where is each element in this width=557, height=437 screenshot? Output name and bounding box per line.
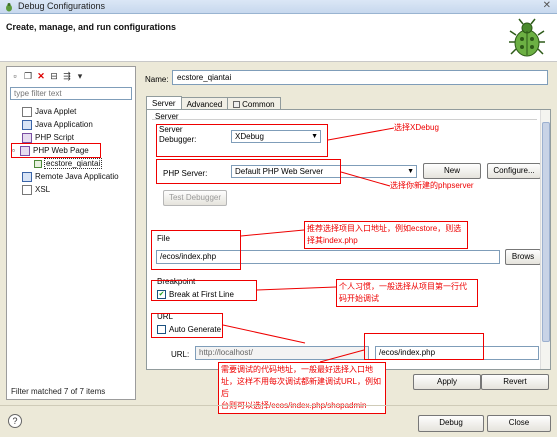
annotation-breakpoint: 个人习惯，一般选择从项目第一行代 码开始调试 [336,279,478,307]
server-debugger-label: Server Debugger: [159,125,197,144]
dialog-button-bar: ? Debug Close [0,405,557,437]
tree-item-php-web-page[interactable]: ▫ PHP Web Page [10,144,134,157]
checkbox-label: Break at First Line [169,290,234,299]
php-server-select[interactable]: Default PHP Web Server ▼ [231,165,417,178]
scrollbar-thumb[interactable] [542,122,550,342]
tree-item-java-applet[interactable]: Java Applet [10,105,134,118]
debug-button[interactable]: Debug [418,415,484,432]
close-button[interactable]: Close [487,415,551,432]
url-group-title: URL [157,312,174,321]
dialog-header: Create, manage, and run configurations [0,14,557,62]
java-applet-icon [22,106,32,117]
config-toolbar: ▫ ❐ ✕ ⊟ ⇶ ▾ [9,69,86,83]
tree-item-label: ecstore_qiantai [43,158,103,169]
vertical-scrollbar[interactable] [540,110,550,369]
chevron-down-icon: ▼ [407,168,414,175]
tree-item-label: PHP Web Page [33,146,89,155]
tab-server[interactable]: Server [146,96,182,110]
auto-generate-checkbox[interactable]: Auto Generate [157,325,221,334]
filter-input[interactable] [10,87,132,100]
tree-item-remote-java[interactable]: Remote Java Applicatio [10,170,134,183]
test-debugger-button[interactable]: Test Debugger [163,190,227,206]
annotation-line: 需要调试的代码地址，一般最好选择入口地 [221,365,373,374]
checkbox-unchecked-icon [157,325,166,334]
file-path-input[interactable]: /ecos/index.php [156,250,500,264]
help-icon[interactable]: ? [8,414,22,428]
duplicate-config-icon[interactable]: ❐ [22,70,34,82]
break-at-first-line-checkbox[interactable]: ✔ Break at First Line [157,290,234,299]
annotation-line: 个人习惯，一般选择从项目第一行代 [339,282,467,291]
php-web-page-icon [20,145,30,156]
server-debugger-select[interactable]: XDebug ▼ [231,130,321,143]
annotation-file: 推荐选择项目入口地址，例如ecstore，则选 择其index.php [304,221,468,249]
tree-item-label: XSL [35,185,51,194]
config-tree: Java Applet Java Application PHP Script … [10,105,134,196]
php-server-label: PHP Server: [163,169,208,178]
tree-item-ecstore-qiantai[interactable]: ecstore_qiantai [10,157,134,170]
tree-item-label: Remote Java Applicatio [35,172,119,181]
debug-bug-icon [509,18,545,57]
configure-server-button[interactable]: Configure... [487,163,541,179]
remote-java-icon [22,171,32,182]
annotation-line: 址，这样不用每次调试都新建调试URL，例如后 [221,377,382,398]
server-debugger-value: XDebug [235,132,264,141]
java-application-icon [22,119,32,130]
name-input[interactable]: ecstore_qiantai [172,70,548,85]
collapse-arrow-icon[interactable]: ▫ [12,146,20,155]
browse-button[interactable]: Brows [505,249,541,265]
tree-item-label: Java Applet [35,107,77,116]
configuration-list-pane: ▫ ❐ ✕ ⊟ ⇶ ▾ Java Applet Java Application… [6,66,136,400]
file-group-title: File [157,234,170,243]
chevron-down-icon: ▼ [311,133,318,140]
php-script-icon [22,132,32,143]
tree-item-java-application[interactable]: Java Application [10,118,134,131]
tree-item-xsl[interactable]: XSL [10,183,134,196]
chevron-down-icon[interactable]: ▾ [74,70,86,82]
delete-config-icon[interactable]: ✕ [35,70,47,82]
url-field-label: URL: [171,350,190,359]
tab-label: Advanced [186,99,223,109]
annotation-line: 码开始调试 [339,294,379,303]
checkbox-label: Auto Generate [169,325,222,334]
tree-item-php-script[interactable]: PHP Script [10,131,134,144]
annotation-line: 择其index.php [307,236,358,245]
tree-item-label: PHP Script [35,133,74,142]
window-title: Debug Configurations [18,1,106,11]
title-bar: Debug Configurations ✕ [0,0,557,14]
php-config-icon [34,159,42,168]
collapse-all-icon[interactable]: ⊟ [48,70,60,82]
new-config-icon[interactable]: ▫ [9,70,21,82]
common-tab-icon [233,100,241,108]
name-label: Name: [145,75,169,84]
annotation-phpserver: 选择你新建的phpserver [390,180,474,192]
tab-label: Common [242,99,275,109]
url-base-input: http://localhost/ [195,346,369,360]
debug-bug-icon [6,3,12,12]
new-server-button[interactable]: New [423,163,481,179]
url-path-input[interactable]: /ecos/index.php [375,346,539,360]
revert-button[interactable]: Revert [481,374,549,390]
php-server-value: Default PHP Web Server [235,167,324,176]
header-title: Create, manage, and run configurations [6,22,177,32]
tab-label: Server [152,99,176,108]
annotation-xdebug: 选择XDebug [394,122,439,134]
tree-item-label: Java Application [35,120,93,129]
filter-icon[interactable]: ⇶ [61,70,73,82]
apply-button[interactable]: Apply [413,374,481,390]
annotation-line: 推荐选择项目入口地址，例如ecstore，则选 [307,224,462,233]
filter-status: Filter matched 7 of 7 items [11,387,106,396]
window-close-button[interactable]: ✕ [543,0,551,11]
checkbox-checked-icon: ✔ [157,290,166,299]
breakpoint-group-title: Breakpoint [157,277,196,286]
group-divider [152,119,537,120]
xsl-icon [22,184,32,195]
